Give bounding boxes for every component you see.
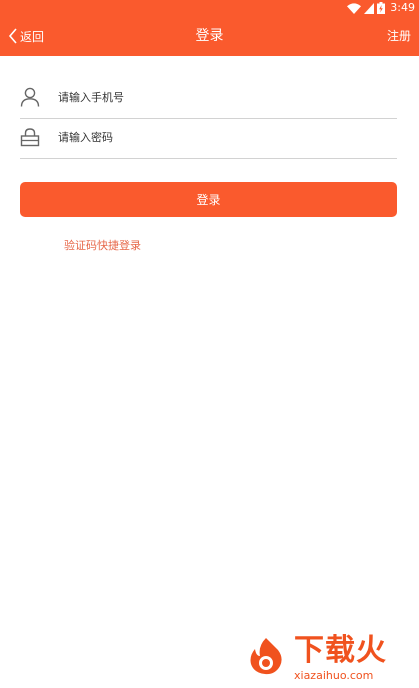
signal-icon — [364, 2, 375, 14]
login-button[interactable]: 登录 — [20, 182, 397, 217]
phone-input[interactable] — [58, 85, 378, 109]
back-button[interactable]: 返回 — [8, 16, 44, 56]
back-label: 返回 — [20, 29, 45, 44]
watermark-brand: 下载火 — [294, 633, 387, 668]
chevron-left-icon — [8, 28, 17, 44]
register-button[interactable]: 注册 — [387, 16, 411, 56]
status-icons: 3:49 — [347, 1, 415, 15]
lock-icon — [20, 128, 40, 147]
flame-logo-icon — [250, 638, 282, 675]
watermark-url: xiazaihuo.com — [294, 669, 374, 682]
status-bar: 3:49 — [0, 0, 419, 16]
watermark: 下载火 xiazaihuo.com — [246, 632, 416, 686]
password-input[interactable] — [58, 125, 378, 149]
password-field-row — [20, 118, 397, 159]
status-time: 3:49 — [390, 1, 415, 14]
page-title: 登录 — [195, 28, 224, 44]
user-icon — [20, 87, 40, 107]
phone-field-row — [20, 78, 397, 119]
sms-login-link[interactable]: 验证码快捷登录 — [64, 237, 141, 253]
wifi-icon — [347, 2, 362, 14]
app-bar: 返回 登录 注册 — [0, 16, 419, 56]
battery-charging-icon — [377, 2, 386, 14]
